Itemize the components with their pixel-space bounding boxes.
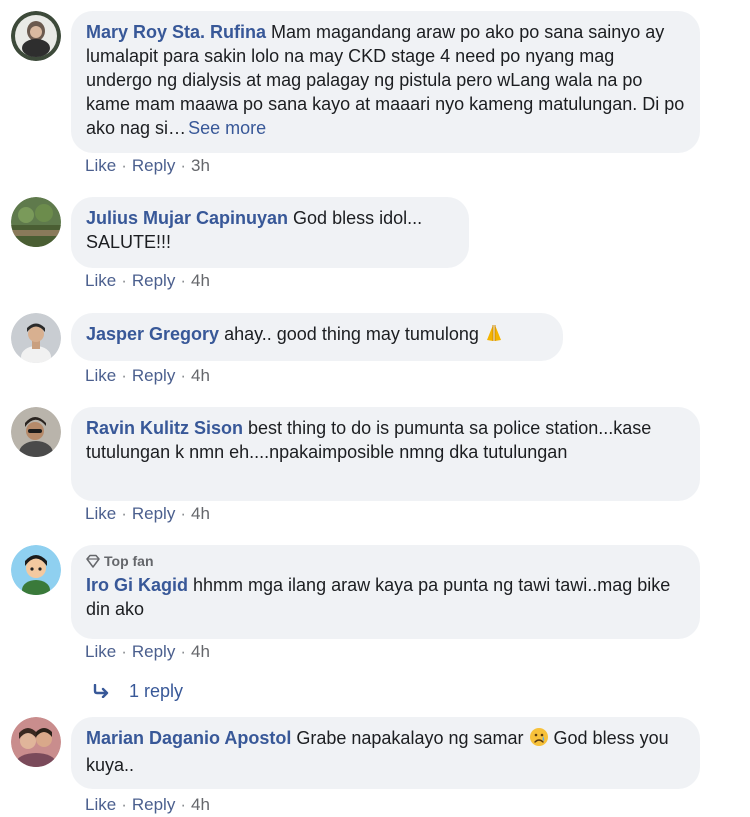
separator: · xyxy=(121,504,127,523)
comment-timestamp[interactable]: 4h xyxy=(191,271,210,290)
comment-timestamp[interactable]: 3h xyxy=(191,156,210,175)
comment-bubble: Jasper Gregory ahay.. good thing may tumu… xyxy=(71,313,563,361)
avatar[interactable] xyxy=(11,313,61,363)
avatar[interactable] xyxy=(11,717,61,767)
separator: · xyxy=(180,795,186,814)
diamond-icon xyxy=(86,554,100,568)
see-more-link[interactable]: See more xyxy=(188,118,266,138)
top-fan-label: Top fan xyxy=(104,553,154,569)
comment-text: Grabe napakalayo ng samar xyxy=(296,728,524,748)
like-button[interactable]: Like xyxy=(85,504,116,523)
reply-button[interactable]: Reply xyxy=(132,504,175,523)
avatar[interactable] xyxy=(11,197,61,247)
comment-bubble: Ravin Kulitz Sison best thing to do is pu… xyxy=(71,407,700,501)
reply-button[interactable]: Reply xyxy=(132,795,175,814)
comment-bubble: Marian Daganio Apostol Grabe napakalayo n… xyxy=(71,717,700,789)
reply-button[interactable]: Reply xyxy=(132,366,175,385)
view-replies-link[interactable]: 1 reply xyxy=(93,681,183,702)
comment-actions: Like · Reply · 4h xyxy=(85,642,210,662)
comment-bubble: Julius Mujar Capinuyan God bless idol... … xyxy=(71,197,469,268)
separator: · xyxy=(180,156,186,175)
avatar[interactable] xyxy=(11,545,61,595)
comment-actions: Like · Reply · 3h xyxy=(85,156,210,176)
avatar[interactable] xyxy=(11,407,61,457)
comment-author[interactable]: Jasper Gregory xyxy=(86,324,219,344)
separator: · xyxy=(180,366,186,385)
top-fan-badge: Top fan xyxy=(86,552,685,570)
comment-actions: Like · Reply · 4h xyxy=(85,795,210,815)
sad-face-emoji xyxy=(529,727,549,753)
comment-timestamp[interactable]: 4h xyxy=(191,642,210,661)
like-button[interactable]: Like xyxy=(85,642,116,661)
separator: · xyxy=(121,642,127,661)
like-button[interactable]: Like xyxy=(85,795,116,814)
separator: · xyxy=(121,156,127,175)
comment-author[interactable]: Marian Daganio Apostol xyxy=(86,728,291,748)
reply-button[interactable]: Reply xyxy=(132,156,175,175)
folded-hands-emoji xyxy=(484,323,504,349)
comment-author[interactable]: Iro Gi Kagid xyxy=(86,575,188,595)
reply-button[interactable]: Reply xyxy=(132,642,175,661)
comment-author[interactable]: Julius Mujar Capinuyan xyxy=(86,208,288,228)
separator: · xyxy=(180,504,186,523)
comment-text: ahay.. good thing may tumulong xyxy=(224,324,479,344)
comment-timestamp[interactable]: 4h xyxy=(191,795,210,814)
avatar[interactable] xyxy=(11,11,61,61)
reply-button[interactable]: Reply xyxy=(132,271,175,290)
like-button[interactable]: Like xyxy=(85,366,116,385)
replies-count-label[interactable]: 1 reply xyxy=(129,681,183,701)
comment-actions: Like · Reply · 4h xyxy=(85,271,210,291)
comment-author[interactable]: Mary Roy Sta. Rufina xyxy=(86,22,266,42)
separator: · xyxy=(180,642,186,661)
separator: · xyxy=(180,271,186,290)
separator: · xyxy=(121,271,127,290)
like-button[interactable]: Like xyxy=(85,156,116,175)
comment-actions: Like · Reply · 4h xyxy=(85,504,210,524)
like-button[interactable]: Like xyxy=(85,271,116,290)
separator: · xyxy=(121,366,127,385)
comment-actions: Like · Reply · 4h xyxy=(85,366,210,386)
comment-bubble: Mary Roy Sta. Rufina Mam magandang araw p… xyxy=(71,11,700,153)
comment-author[interactable]: Ravin Kulitz Sison xyxy=(86,418,243,438)
comment-bubble: Top fan Iro Gi Kagid hhmm mga ilang araw … xyxy=(71,545,700,639)
comment-timestamp[interactable]: 4h xyxy=(191,366,210,385)
separator: · xyxy=(121,795,127,814)
reply-arrow-icon xyxy=(93,682,111,699)
comment-timestamp[interactable]: 4h xyxy=(191,504,210,523)
